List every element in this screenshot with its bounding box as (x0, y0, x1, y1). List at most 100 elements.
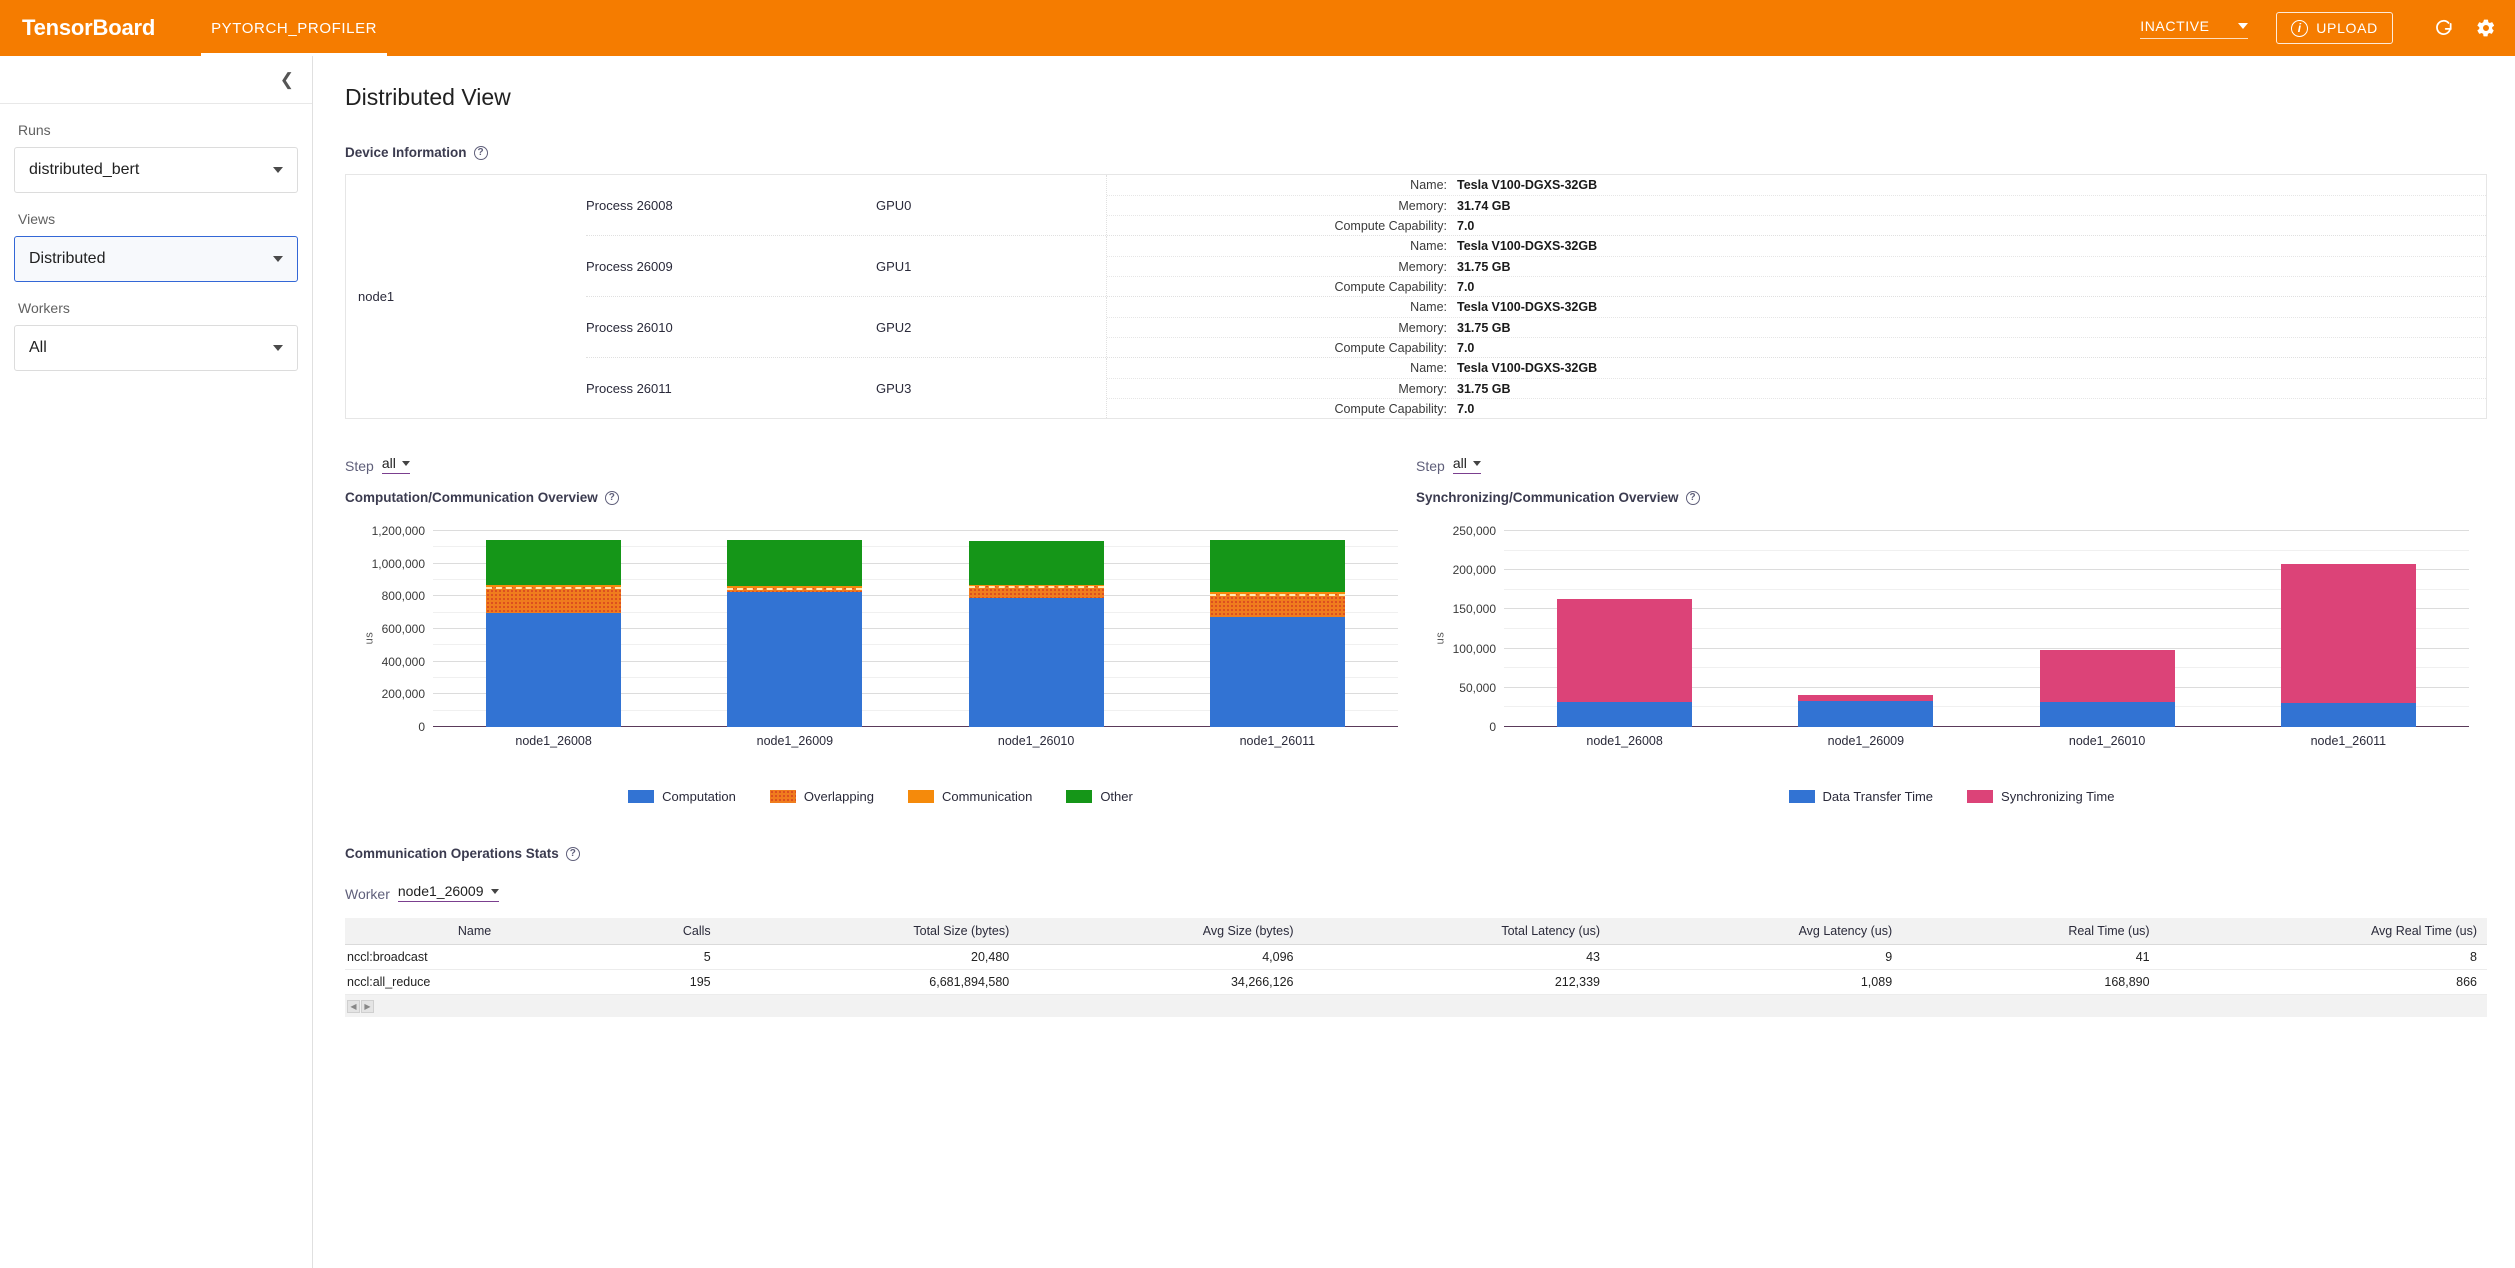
y-axis-tick-label: 50,000 (1459, 680, 1496, 695)
device-property-value: 31.75 GB (1457, 259, 1511, 274)
column-header[interactable]: Avg Size (bytes) (1019, 918, 1304, 945)
bar-group[interactable]: node1_26008 (1557, 599, 1693, 748)
y-axis-tick-label: 150,000 (1452, 602, 1496, 617)
bar-segment-computation[interactable] (727, 591, 863, 727)
legend-item-computation[interactable]: Computation (628, 789, 736, 804)
refresh-icon[interactable] (2429, 13, 2459, 43)
y-axis-tick-label: 200,000 (381, 687, 425, 702)
legend-item-communication[interactable]: Communication (907, 789, 1032, 804)
bar-group[interactable]: node1_26011 (2280, 563, 2416, 748)
tab-pytorch-profiler[interactable]: PYTORCH_PROFILER (193, 0, 395, 56)
bar-segment-data-transfer-time[interactable] (1798, 701, 1934, 727)
table-cell: nccl:broadcast (345, 944, 615, 970)
header-right-controls: INACTIVE i UPLOAD (2140, 12, 2515, 44)
gear-icon[interactable] (2471, 13, 2501, 43)
bar-segment-computation[interactable] (1209, 617, 1345, 727)
column-header[interactable]: Real Time (us) (1902, 918, 2160, 945)
pager-next-button[interactable]: ▶ (361, 999, 374, 1013)
bar-segment-other[interactable] (486, 540, 622, 586)
views-dropdown[interactable]: Distributed (14, 236, 298, 282)
device-property-value: 31.75 GB (1457, 381, 1511, 396)
bar-group[interactable]: node1_26009 (1798, 694, 1934, 748)
help-icon[interactable]: ? (565, 846, 580, 861)
chevron-down-icon (273, 345, 283, 351)
right-step-dropdown[interactable]: all (1452, 455, 1481, 474)
gridline (433, 530, 1398, 531)
legend-item-overlapping[interactable]: Overlapping (769, 789, 874, 804)
device-property-key: Memory: (1398, 198, 1447, 213)
legend-swatch (628, 790, 655, 803)
x-axis-tick-label: node1_26011 (2310, 734, 2387, 748)
device-information-table: node1 Process 26008 GPU0 Name: Tesla V100-D… (345, 174, 2487, 419)
column-header[interactable]: Total Latency (us) (1303, 918, 1610, 945)
runs-dropdown[interactable]: distributed_bert (14, 147, 298, 193)
bar-segment-synchronizing-time[interactable] (2039, 650, 2175, 702)
column-header[interactable]: Calls (614, 918, 721, 945)
chevron-left-icon[interactable]: ❮ (280, 71, 294, 88)
bar-group[interactable]: node1_26010 (2039, 650, 2175, 748)
legend-label: Computation (662, 789, 736, 804)
device-property-value: 7.0 (1457, 218, 1475, 233)
help-icon[interactable]: ? (604, 490, 619, 505)
column-header[interactable]: Name (345, 918, 615, 945)
right-step-value: all (1452, 455, 1467, 471)
bar-segment-data-transfer-time[interactable] (1557, 701, 1693, 727)
bar-segment-other[interactable] (968, 541, 1104, 585)
table-cell: 8 (2159, 944, 2487, 970)
device-property-row: Compute Capability: 7.0 (1107, 398, 2486, 418)
column-header[interactable]: Avg Latency (us) (1610, 918, 1903, 945)
help-icon[interactable]: ? (1685, 490, 1700, 505)
legend-swatch (1788, 790, 1815, 803)
bar-segment-computation[interactable] (486, 612, 622, 727)
device-properties: Name: Tesla V100-DGXS-32GB Memory: 31.74 GB… (1106, 175, 2486, 235)
workers-dropdown[interactable]: All (14, 325, 298, 371)
device-property-key: Memory: (1398, 381, 1447, 396)
bar-segment-data-transfer-time[interactable] (2280, 702, 2416, 727)
bar-segment-other[interactable] (727, 540, 863, 586)
gridline-minor (1504, 549, 2469, 551)
computation-communication-title: Computation/Communication Overview (345, 490, 598, 505)
worker-dropdown[interactable]: node1_26009 (397, 883, 499, 902)
pager-prev-button[interactable]: ◀ (347, 999, 360, 1013)
legend-item-synchronizing-time[interactable]: Synchronizing Time (1967, 789, 2115, 804)
run-status-dropdown[interactable]: INACTIVE (2140, 18, 2249, 39)
worker-value: node1_26009 (397, 883, 484, 899)
left-plot-area: 0 200,000 400,000 600,000 800,000 1,000,000 1,… (372, 524, 1398, 748)
left-step-dropdown[interactable]: all (381, 455, 410, 474)
column-header[interactable]: Total Size (bytes) (720, 918, 1020, 945)
bar-segment-other[interactable] (1209, 540, 1345, 593)
bar-segment-overlapping[interactable] (968, 586, 1104, 598)
device-gpu: GPU1 (876, 258, 912, 274)
column-header[interactable]: Avg Real Time (us) (2159, 918, 2487, 945)
bar-group[interactable]: node1_26009 (727, 540, 863, 748)
bar-group[interactable]: node1_26011 (1209, 540, 1345, 748)
y-axis-tick-label: 400,000 (381, 654, 425, 669)
table-cell: 41 (1902, 944, 2160, 970)
bar-segment-synchronizing-time[interactable] (1557, 599, 1693, 702)
x-axis-tick-label: node1_26009 (1827, 734, 1905, 748)
bar-segment-data-transfer-time[interactable] (2039, 701, 2175, 727)
bar-group[interactable]: node1_26010 (968, 541, 1104, 748)
bar-segment-overlapping[interactable] (486, 586, 622, 613)
device-properties: Name: Tesla V100-DGXS-32GB Memory: 31.75 GB… (1106, 358, 2486, 418)
device-row: Process 26008 GPU0 Name: Tesla V100-DGXS-32… (586, 175, 2486, 235)
help-icon[interactable]: ? (473, 145, 488, 160)
bar-segment-overlapping[interactable] (1209, 593, 1345, 618)
workers-value: All (29, 339, 47, 356)
device-property-value: Tesla V100-DGXS-32GB (1457, 178, 1598, 192)
device-process: Process 26008 (586, 197, 673, 213)
legend-label: Other (1100, 789, 1133, 804)
legend-item-other[interactable]: Other (1066, 789, 1133, 804)
bar-group[interactable]: node1_26008 (486, 540, 622, 748)
bar-segment-computation[interactable] (968, 597, 1104, 727)
table-cell: 168,890 (1902, 969, 2160, 995)
legend-item-data-transfer-time[interactable]: Data Transfer Time (1788, 789, 1934, 804)
bar-segment-synchronizing-time[interactable] (2280, 563, 2416, 703)
legend-label: Data Transfer Time (1822, 789, 1934, 804)
upload-button[interactable]: i UPLOAD (2276, 12, 2393, 44)
device-process: Process 26011 (586, 380, 672, 396)
table-row: nccl:all_reduce 195 6,681,894,580 34,266,12… (345, 969, 2487, 995)
x-axis-tick-label: node1_26008 (515, 734, 592, 748)
worker-selector-row: Worker node1_26009 (345, 883, 2487, 902)
app-logo: TensorBoard (22, 15, 156, 40)
